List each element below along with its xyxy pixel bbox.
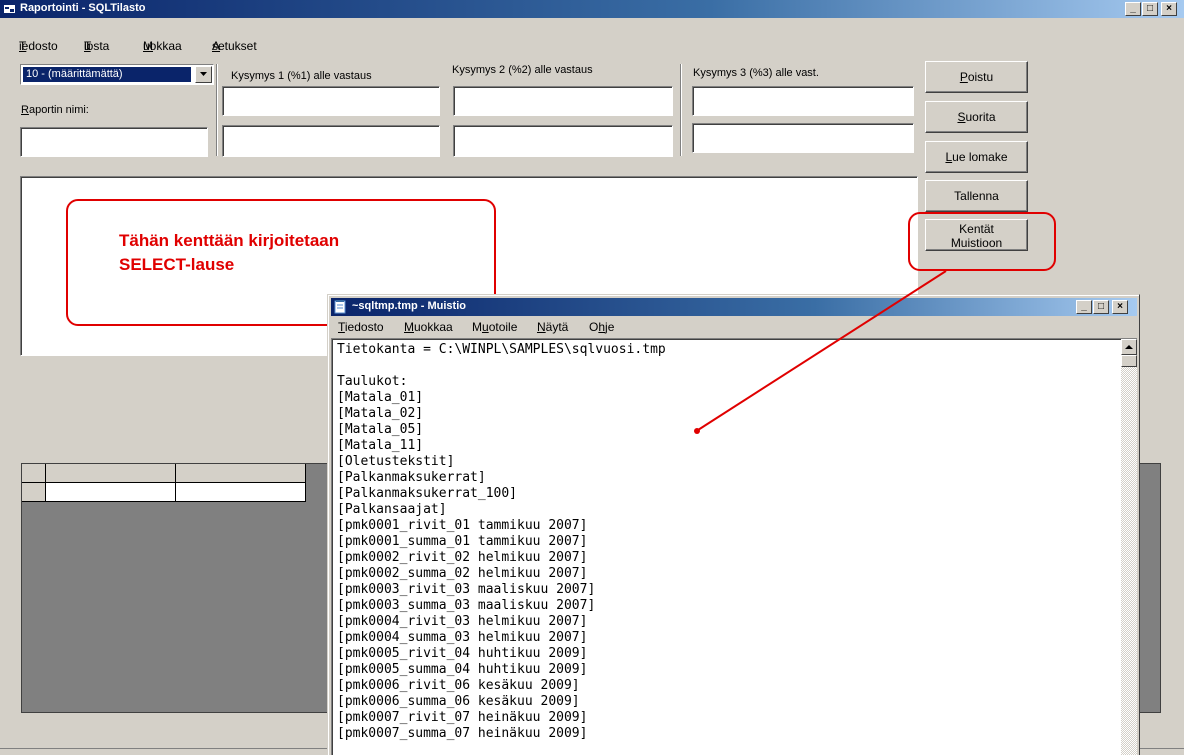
notepad-title: ~sqltmp.tmp - Muistio (352, 300, 466, 312)
notepad-line: [Oletustekstit] (337, 454, 455, 469)
notepad-line: [Matala_02] (337, 406, 424, 421)
question2-input-1[interactable] (453, 86, 673, 116)
scroll-up-button[interactable] (1121, 339, 1137, 355)
menu-bar: Tiedosto Tu losta Muokkaa Asetukset (19, 39, 257, 53)
quit-button[interactable]: Poistu (925, 61, 1028, 93)
question3-input-1[interactable] (692, 86, 914, 116)
notepad-menu-muotoile[interactable]: Muotoile (472, 320, 517, 334)
notepad-line: [Palkanmaksukerrat_100] (337, 486, 518, 501)
notepad-menu-nayta[interactable]: Näytä (537, 320, 568, 334)
notepad-line: [pmk0003_summa_03 maaliskuu 2007] (337, 598, 596, 613)
notepad-line: [pmk0004_summa_03 helmikuu 2007] (337, 630, 588, 645)
window-title: Raportointi - SQLTilasto (20, 2, 146, 14)
notepad-line: [pmk0005_rivit_04 huhtikuu 2009] (337, 646, 588, 661)
run-button[interactable]: Suorita (925, 101, 1028, 133)
notepad-minimize-button[interactable]: _ (1076, 300, 1092, 314)
notepad-line: [pmk0001_summa_01 tammikuu 2007] (337, 534, 588, 549)
report-type-combo[interactable]: 10 - (määrittämättä) (20, 64, 214, 85)
notepad-maximize-button[interactable]: □ (1093, 300, 1109, 314)
notepad-line: [Palkanmaksukerrat] (337, 470, 486, 485)
grid-column-header[interactable] (46, 464, 176, 483)
notepad-line: [pmk0006_rivit_06 kesäkuu 2009] (337, 678, 580, 693)
grid-column-header[interactable] (176, 464, 306, 483)
annotation-button-highlight (908, 212, 1056, 271)
notepad-window[interactable]: ~sqltmp.tmp - Muistio _ □ × Tiedosto Muo… (327, 294, 1140, 755)
scroll-up-arrow-icon (1125, 345, 1133, 349)
notepad-line: [pmk0006_summa_06 kesäkuu 2009] (337, 694, 580, 709)
notepad-line: [Matala_11] (337, 438, 424, 453)
notepad-close-button[interactable]: × (1112, 300, 1128, 314)
annotation-callout-text: Tähän kenttään kirjoitetaan SELECT-lause (119, 231, 340, 274)
notepad-line: [pmk0002_rivit_02 helmikuu 2007] (337, 550, 588, 565)
question2-input-2[interactable] (453, 125, 673, 157)
combo-selected-value: 10 - (määrittämättä) (22, 66, 192, 83)
app-icon (4, 5, 15, 13)
notepad-menu-bar: Tiedosto Muokkaa Muotoile Näytä Ohje (331, 317, 1137, 337)
question1-input-2[interactable] (222, 125, 440, 157)
notepad-line (337, 358, 666, 374)
grid-cell[interactable] (46, 483, 176, 502)
notepad-line: Taulukot: (337, 374, 408, 389)
grid-cell[interactable] (176, 483, 306, 502)
scroll-thumb[interactable] (1121, 355, 1137, 367)
notepad-title-bar[interactable]: ~sqltmp.tmp - Muistio _ □ × (331, 298, 1137, 316)
question3-input-2[interactable] (692, 123, 914, 153)
notepad-line: [pmk0001_rivit_01 tammikuu 2007] (337, 518, 588, 533)
notepad-line: [Matala_05] (337, 422, 424, 437)
question2-label: Kysymys 2 (%2) alle vastaus (452, 64, 593, 76)
notepad-line: [Palkansaajat] (337, 502, 447, 517)
separator (216, 64, 218, 156)
notepad-text-area[interactable]: Tietokanta = C:\WINPL\SAMPLES\sqlvuosi.t… (331, 338, 1137, 755)
notepad-line: Tietokanta = C:\WINPL\SAMPLES\sqlvuosi.t… (337, 342, 666, 357)
notepad-line: [pmk0002_summa_02 helmikuu 2007] (337, 566, 588, 581)
notepad-line: [pmk0007_rivit_07 heinäkuu 2009] (337, 710, 588, 725)
notepad-line: [Matala_01] (337, 390, 424, 405)
notepad-menu-tiedosto[interactable]: Tiedosto (338, 320, 384, 334)
main-title-bar[interactable]: Raportointi - SQLTilasto _ □ × (0, 0, 1184, 18)
read-form-button[interactable]: Lue lomake (925, 141, 1028, 173)
notepad-line: [pmk0003_rivit_03 maaliskuu 2007] (337, 582, 596, 597)
combo-dropdown-button[interactable] (195, 66, 212, 83)
chevron-down-icon (200, 72, 207, 76)
close-button[interactable]: × (1161, 2, 1177, 16)
notepad-text: Tietokanta = C:\WINPL\SAMPLES\sqlvuosi.t… (337, 342, 666, 742)
separator (680, 64, 682, 156)
question3-label: Kysymys 3 (%3) alle vast. (693, 67, 819, 79)
notepad-line: [pmk0005_summa_04 huhtikuu 2009] (337, 662, 588, 677)
save-button[interactable]: Tallenna (925, 180, 1028, 212)
notepad-vertical-scrollbar[interactable] (1121, 339, 1137, 755)
report-name-input[interactable] (20, 127, 208, 157)
question1-input-1[interactable] (222, 86, 440, 116)
notepad-menu-ohje[interactable]: Ohje (589, 320, 614, 334)
grid-row-header[interactable] (22, 483, 46, 502)
minimize-button[interactable]: _ (1125, 2, 1141, 16)
notepad-line: [pmk0004_rivit_03 helmikuu 2007] (337, 614, 588, 629)
notepad-icon (334, 300, 346, 314)
question1-label: Kysymys 1 (%1) alle vastaus (231, 70, 372, 82)
report-name-label: Raportin nimi: (21, 104, 89, 116)
maximize-button[interactable]: □ (1142, 2, 1158, 16)
grid-corner-cell (22, 464, 46, 483)
notepad-line: [pmk0007_summa_07 heinäkuu 2009] (337, 726, 588, 741)
notepad-menu-muokkaa[interactable]: Muokkaa (404, 320, 453, 334)
